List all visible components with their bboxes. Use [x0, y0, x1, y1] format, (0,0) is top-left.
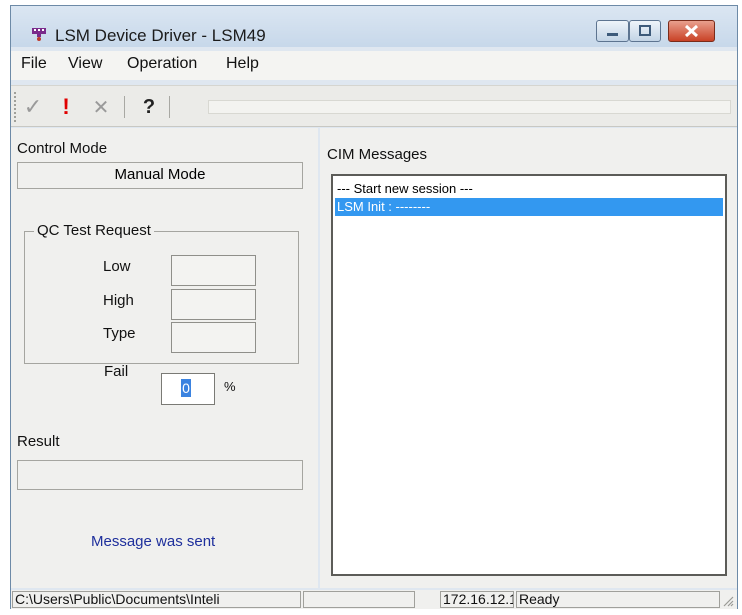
- menu-file[interactable]: File: [21, 55, 47, 73]
- status-bar: C:\Users\Public\Documents\Inteli 172.16.…: [11, 590, 737, 609]
- check-icon: ✓: [23, 94, 43, 119]
- title-bar[interactable]: LSM Device Driver - LSM49: [11, 6, 737, 47]
- toolbar-band: [208, 100, 731, 114]
- fail-label: Fail: [104, 363, 129, 380]
- low-field[interactable]: [171, 255, 256, 286]
- main-window: LSM Device Driver - LSM49 File View Oper…: [10, 5, 738, 609]
- help-button[interactable]: ?: [136, 94, 162, 120]
- minimize-icon: [607, 33, 618, 36]
- control-mode-value: Manual Mode: [17, 162, 303, 189]
- status-path: C:\Users\Public\Documents\Inteli: [12, 591, 301, 608]
- toolbar-separator: [124, 96, 125, 118]
- list-item[interactable]: --- Start new session ---: [335, 180, 723, 198]
- type-field[interactable]: [171, 322, 256, 353]
- menu-operation[interactable]: Operation: [127, 55, 197, 73]
- result-label: Result: [17, 433, 60, 450]
- check-button[interactable]: ✓: [20, 94, 46, 120]
- menu-help[interactable]: Help: [226, 55, 259, 73]
- type-label: Type: [103, 325, 136, 342]
- qc-test-request-group: QC Test Request Low High Type: [24, 222, 299, 364]
- cim-messages-list[interactable]: --- Start new session --- LSM Init : ---…: [331, 174, 727, 576]
- status-empty-cell: [303, 591, 415, 608]
- cim-messages-panel: CIM Messages --- Start new session --- L…: [320, 128, 737, 588]
- list-item-selected[interactable]: LSM Init : --------: [335, 198, 723, 216]
- control-panel: Control Mode Manual Mode QC Test Request…: [11, 128, 318, 588]
- close-button[interactable]: [668, 20, 715, 42]
- control-mode-label: Control Mode: [17, 140, 108, 157]
- maximize-button[interactable]: [629, 20, 661, 42]
- status-state: Ready: [516, 591, 720, 608]
- exclamation-icon: !: [62, 94, 70, 119]
- menu-bar: File View Operation Help: [11, 51, 737, 80]
- fail-value: 0: [181, 379, 191, 397]
- status-ip: 172.16.12.17: [440, 591, 514, 608]
- low-label: Low: [103, 258, 131, 275]
- toolbar-grip[interactable]: [14, 92, 19, 122]
- fail-input[interactable]: 0: [161, 373, 215, 405]
- result-field: [17, 460, 303, 490]
- high-label: High: [103, 292, 134, 309]
- toolbar: ✓ ! ✕ ?: [11, 85, 737, 127]
- resize-grip-icon[interactable]: [721, 594, 734, 607]
- maximize-icon: [639, 25, 651, 36]
- exclamation-button[interactable]: !: [53, 94, 79, 120]
- x-icon: ✕: [92, 96, 110, 119]
- high-field[interactable]: [171, 289, 256, 320]
- fail-unit: %: [224, 379, 236, 394]
- window-title: LSM Device Driver - LSM49: [55, 26, 266, 45]
- close-icon: [684, 24, 699, 38]
- app-icon: [32, 28, 46, 41]
- menu-view[interactable]: View: [68, 55, 102, 73]
- cancel-button[interactable]: ✕: [86, 94, 116, 120]
- toolbar-separator: [169, 96, 170, 118]
- status-message: Message was sent: [91, 533, 216, 550]
- qc-test-request-title: QC Test Request: [34, 222, 154, 239]
- cim-messages-header: CIM Messages: [327, 146, 428, 163]
- minimize-button[interactable]: [596, 20, 629, 42]
- help-icon: ?: [142, 95, 156, 118]
